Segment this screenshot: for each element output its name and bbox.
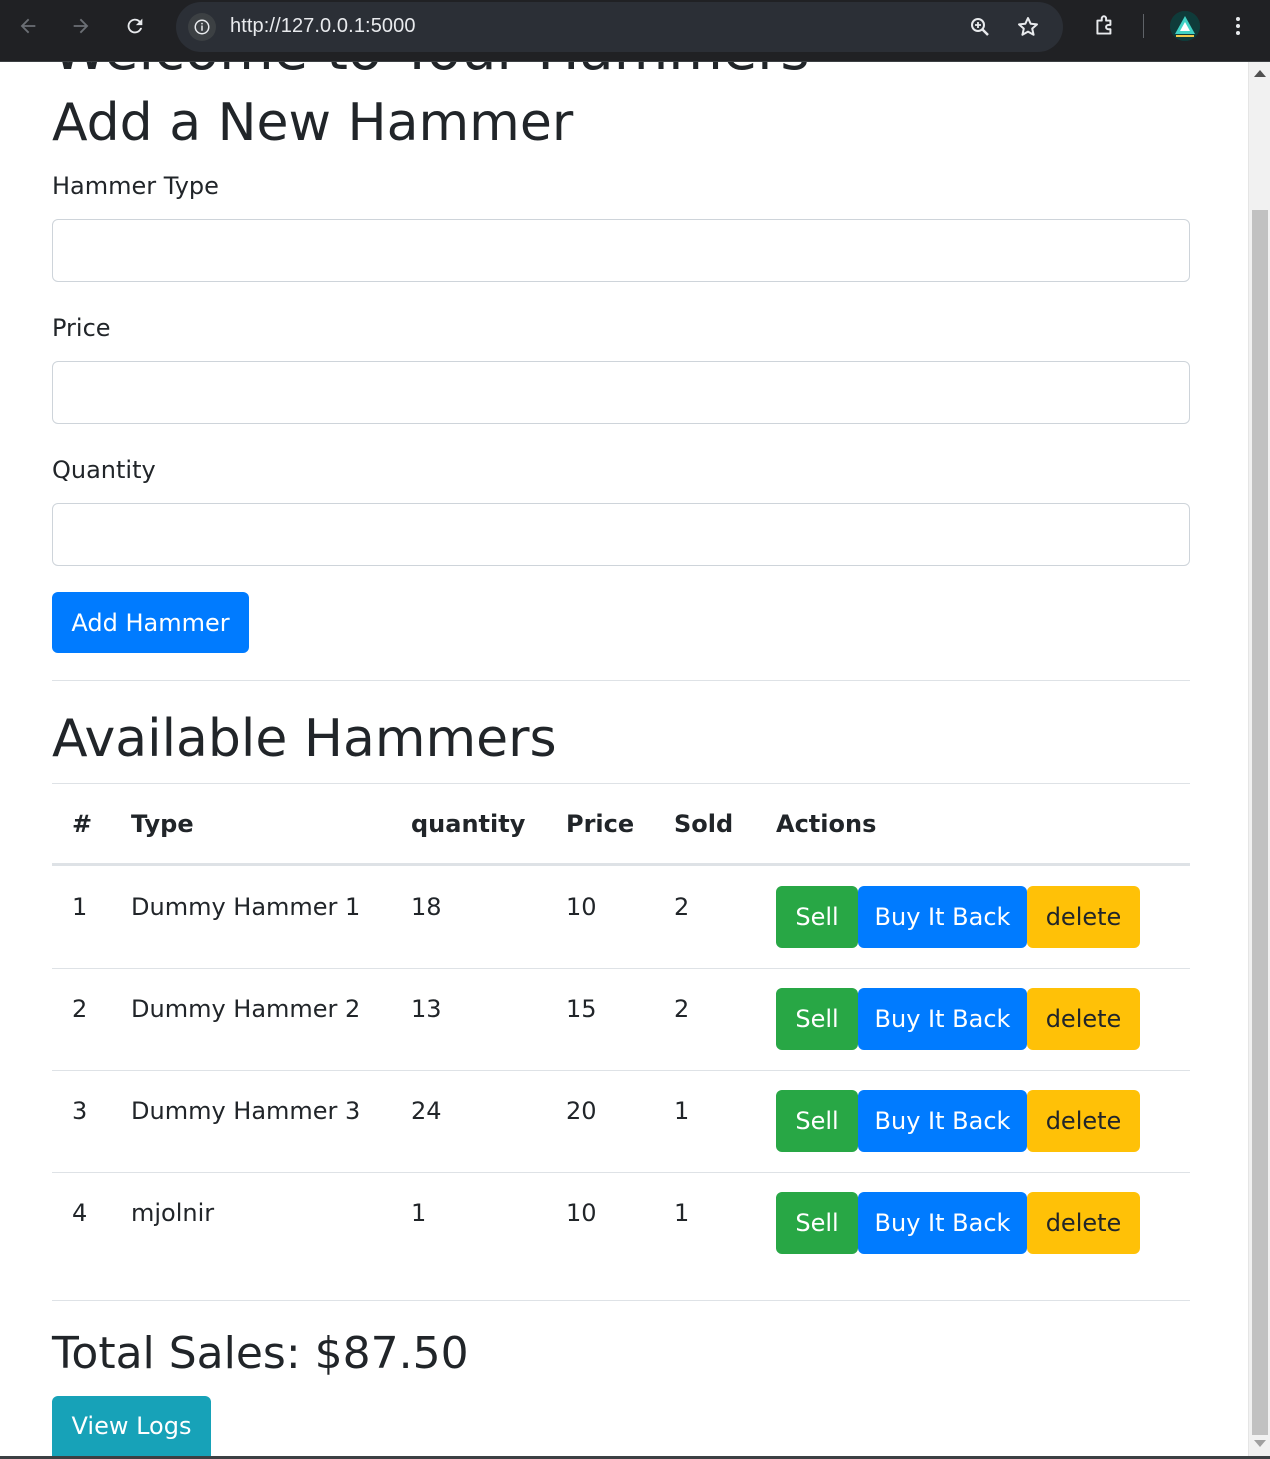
- row-sold: 1: [674, 1199, 690, 1227]
- back-arrow-icon: [20, 18, 36, 34]
- available-hammers-heading: Available Hammers: [52, 709, 557, 769]
- browser-toolbar: http://127.0.0.1:5000: [0, 0, 1270, 62]
- url-text[interactable]: http://127.0.0.1:5000: [230, 15, 416, 38]
- row-price: 10: [566, 1199, 597, 1227]
- sell-button[interactable]: Sell: [776, 1192, 858, 1254]
- column-header-price: Price: [566, 810, 635, 838]
- row-quantity: 24: [411, 1097, 442, 1125]
- forward-arrow-icon: [73, 18, 89, 34]
- profile-avatar[interactable]: [1170, 11, 1200, 41]
- scrollbar-thumb[interactable]: [1252, 210, 1268, 1435]
- quantity-input[interactable]: [52, 503, 1190, 566]
- row-price: 20: [566, 1097, 597, 1125]
- column-header-number: #: [72, 810, 93, 838]
- hammer-type-input[interactable]: [52, 219, 1190, 282]
- delete-button[interactable]: delete: [1027, 1192, 1140, 1254]
- row-type: Dummy Hammer 1: [131, 893, 361, 921]
- delete-button[interactable]: delete: [1027, 988, 1140, 1050]
- toolbar-separator: [1143, 14, 1144, 38]
- row-divider: [52, 1070, 1190, 1071]
- row-sold: 2: [674, 995, 690, 1023]
- page-title-cut-off: Welcome to Your Hammers: [52, 62, 810, 83]
- row-number: 4: [72, 1199, 88, 1227]
- total-sales: Total Sales: $87.50: [52, 1328, 469, 1379]
- sell-button[interactable]: Sell: [776, 1090, 858, 1152]
- buy-it-back-button[interactable]: Buy It Back: [858, 1192, 1027, 1254]
- sell-button[interactable]: Sell: [776, 988, 858, 1050]
- row-type: mjolnir: [131, 1199, 215, 1227]
- buy-it-back-button[interactable]: Buy It Back: [858, 1090, 1027, 1152]
- scroll-down-arrow-icon[interactable]: [1254, 1440, 1266, 1447]
- forward-button[interactable]: [65, 10, 97, 42]
- delete-button[interactable]: delete: [1027, 886, 1140, 948]
- column-header-sold: Sold: [674, 810, 734, 838]
- column-header-quantity: quantity: [411, 810, 526, 838]
- sell-button[interactable]: Sell: [776, 886, 858, 948]
- reload-icon: [127, 18, 143, 34]
- delete-button[interactable]: delete: [1027, 1090, 1140, 1152]
- row-price: 10: [566, 893, 597, 921]
- row-type: Dummy Hammer 2: [131, 995, 361, 1023]
- table-header-border: [52, 863, 1190, 866]
- row-sold: 1: [674, 1097, 690, 1125]
- divider: [52, 680, 1190, 681]
- row-number: 3: [72, 1097, 88, 1125]
- menu-kebab-icon[interactable]: [1222, 10, 1254, 42]
- reload-button[interactable]: [119, 10, 151, 42]
- page-scrollbar[interactable]: [1248, 62, 1270, 1456]
- table-top-border: [52, 783, 1190, 784]
- row-quantity: 1: [411, 1199, 427, 1227]
- add-hammer-button[interactable]: Add Hammer: [52, 592, 249, 653]
- row-number: 1: [72, 893, 88, 921]
- extensions-icon[interactable]: [1089, 10, 1121, 42]
- row-type: Dummy Hammer 3: [131, 1097, 361, 1125]
- quantity-label: Quantity: [52, 456, 156, 484]
- row-sold: 2: [674, 893, 690, 921]
- row-price: 15: [566, 995, 597, 1023]
- site-info-icon[interactable]: [188, 13, 216, 41]
- column-header-type: Type: [131, 810, 194, 838]
- bookmark-star-icon[interactable]: [1014, 13, 1042, 41]
- hammer-type-label: Hammer Type: [52, 172, 219, 200]
- row-quantity: 18: [411, 893, 442, 921]
- price-label: Price: [52, 314, 111, 342]
- column-header-actions: Actions: [776, 810, 877, 838]
- zoom-icon[interactable]: [966, 13, 994, 41]
- row-quantity: 13: [411, 995, 442, 1023]
- add-hammer-heading: Add a New Hammer: [52, 93, 574, 153]
- page-viewport: Welcome to Your Hammers Add a New Hammer…: [0, 62, 1248, 1456]
- back-button[interactable]: [12, 10, 44, 42]
- address-bar[interactable]: http://127.0.0.1:5000: [176, 2, 1063, 52]
- buy-it-back-button[interactable]: Buy It Back: [858, 886, 1027, 948]
- divider: [52, 1300, 1190, 1301]
- price-input[interactable]: [52, 361, 1190, 424]
- buy-it-back-button[interactable]: Buy It Back: [858, 988, 1027, 1050]
- avatar-icon: [1170, 11, 1200, 41]
- row-number: 2: [72, 995, 88, 1023]
- view-logs-button[interactable]: View Logs: [52, 1396, 211, 1456]
- row-divider: [52, 1172, 1190, 1173]
- row-divider: [52, 968, 1190, 969]
- scroll-up-arrow-icon[interactable]: [1254, 70, 1266, 77]
